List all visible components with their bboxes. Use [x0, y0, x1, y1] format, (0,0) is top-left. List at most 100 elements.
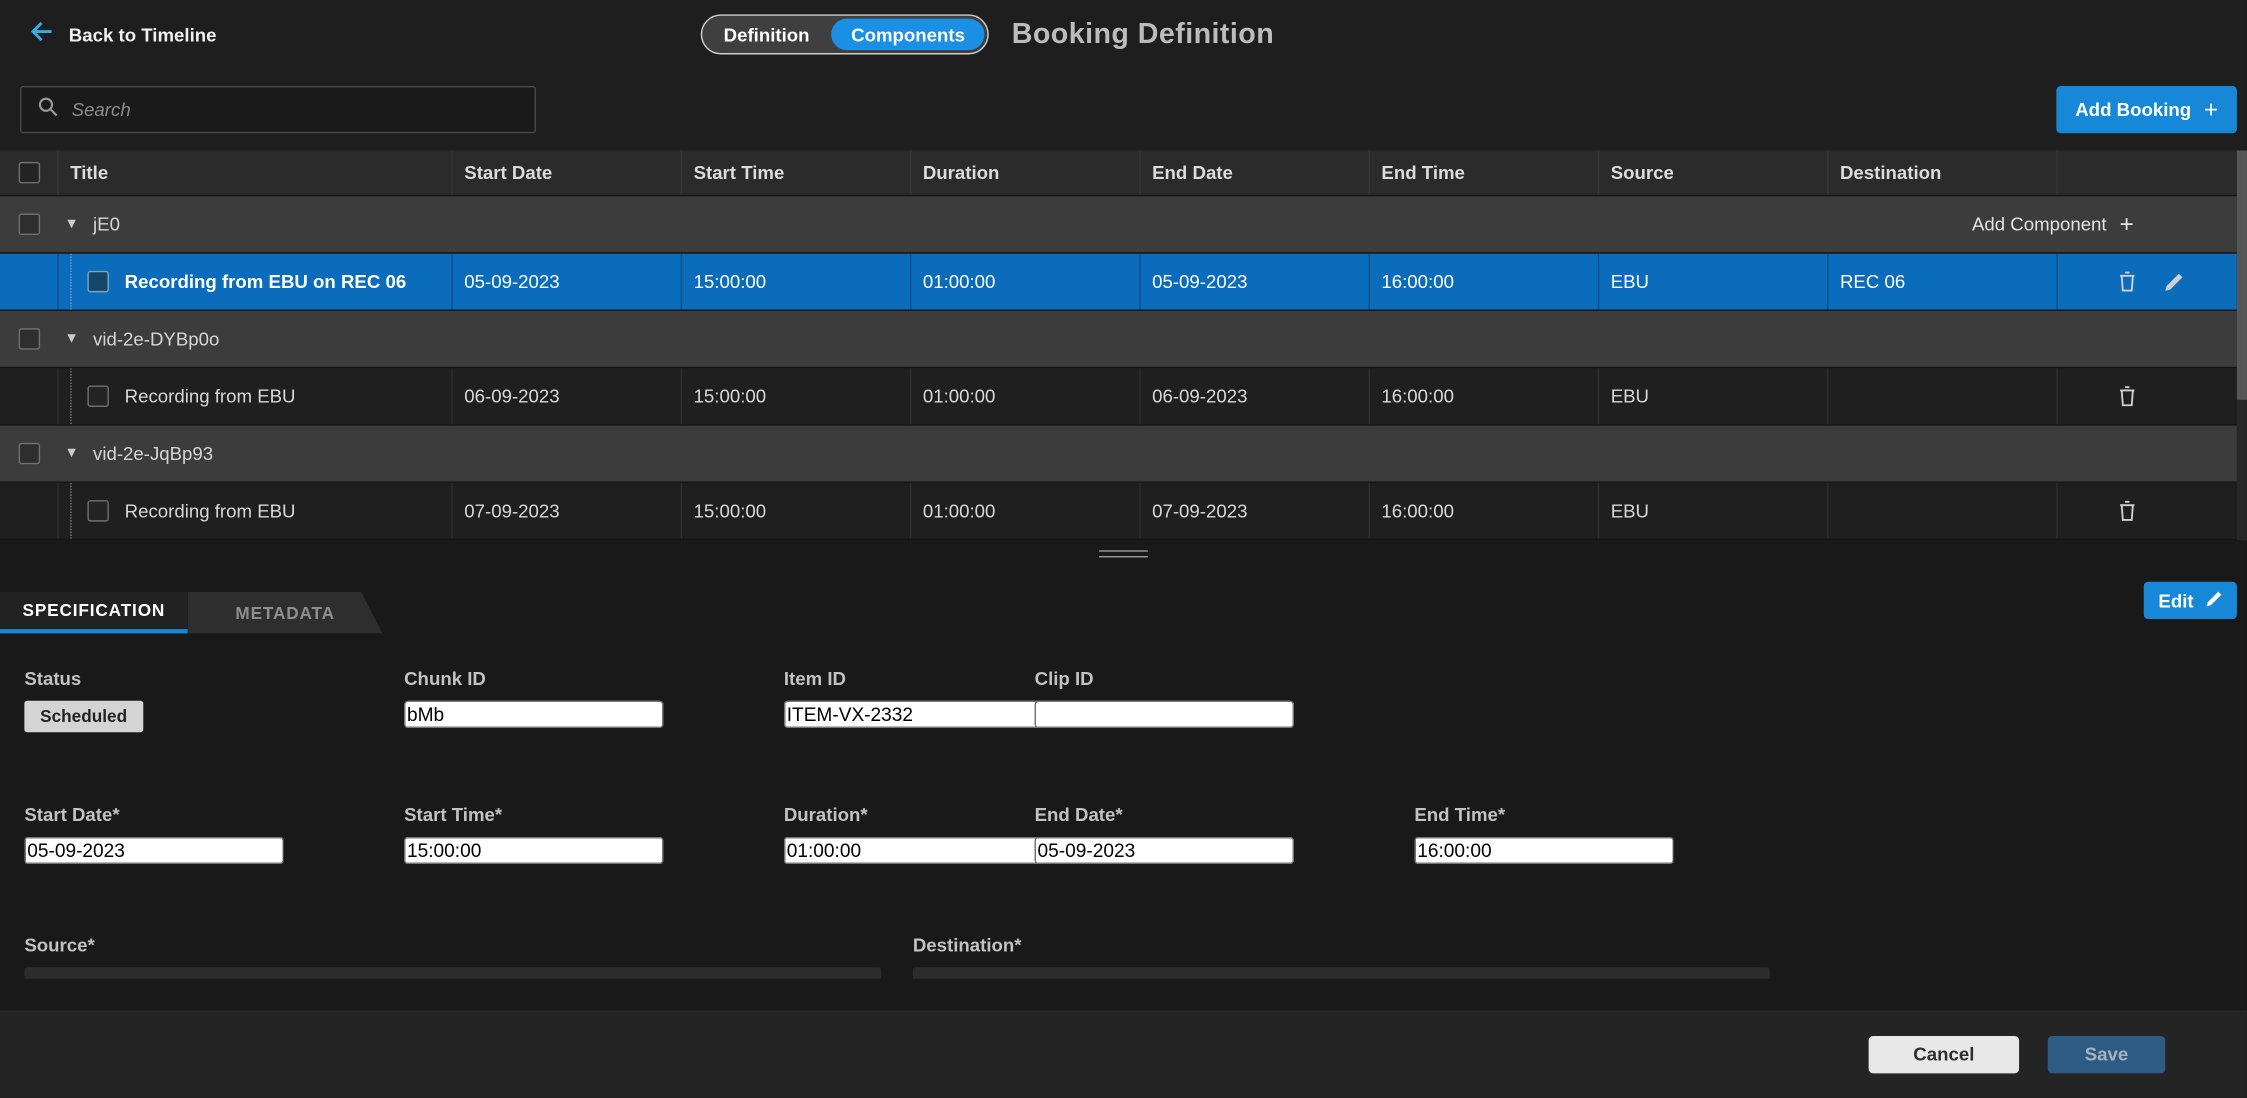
- start-date-field: Start Date*: [24, 804, 375, 864]
- top-bar: Back to Timeline Definition Components B…: [0, 0, 2247, 69]
- table-scrollbar: [2237, 150, 2247, 540]
- booking-title-cell: Recording from EBU: [57, 368, 451, 424]
- end-time-label: End Time*: [1414, 804, 1765, 825]
- cell-start-date: 05-09-2023: [451, 254, 680, 310]
- tree-line: [70, 368, 71, 424]
- toggle-definition[interactable]: Definition: [702, 24, 831, 45]
- group-row-dybp0o[interactable]: ▼ vid-2e-DYBp0o: [0, 311, 2237, 368]
- start-date-input[interactable]: [24, 837, 283, 864]
- end-date-input[interactable]: [1035, 837, 1294, 864]
- save-button[interactable]: Save: [2048, 1035, 2166, 1072]
- cell-duration: 01:00:00: [910, 368, 1139, 424]
- scrollbar-thumb[interactable]: [2237, 150, 2247, 399]
- add-component-button[interactable]: Add Component +: [1972, 212, 2134, 236]
- start-time-label: Start Time*: [404, 804, 755, 825]
- row-actions: [2056, 254, 2237, 310]
- toolbar: Add Booking +: [0, 69, 2247, 151]
- group-row-jqbp93[interactable]: ▼ vid-2e-JqBp93: [0, 426, 2237, 483]
- tab-metadata[interactable]: METADATA: [188, 592, 383, 634]
- back-to-timeline-label: Back to Timeline: [69, 24, 217, 45]
- row-checkbox[interactable]: [87, 500, 108, 521]
- start-time-input[interactable]: [404, 837, 663, 864]
- source-input[interactable]: [24, 967, 881, 978]
- row-checkbox[interactable]: [87, 385, 108, 406]
- duration-input[interactable]: [784, 837, 1043, 864]
- end-date-label: End Date*: [1035, 804, 1386, 825]
- search-input[interactable]: [72, 99, 519, 120]
- column-header-destination: Destination: [1827, 150, 2056, 194]
- tree-line: [70, 483, 71, 539]
- group-checkbox[interactable]: [19, 328, 40, 349]
- edit-pencil-icon[interactable]: [2164, 272, 2184, 292]
- duration-label: Duration*: [784, 804, 1006, 825]
- group-checkbox[interactable]: [19, 214, 40, 235]
- cell-start-time: 15:00:00: [681, 368, 910, 424]
- select-all-checkbox[interactable]: [18, 162, 39, 183]
- caret-down-icon[interactable]: ▼: [64, 331, 78, 347]
- delete-icon[interactable]: [2118, 500, 2137, 521]
- plus-icon: +: [2204, 97, 2218, 121]
- status-label: Status: [24, 668, 375, 689]
- plus-icon: +: [2119, 212, 2133, 236]
- bookings-table: Title Start Date Start Time Duration End…: [0, 150, 2247, 540]
- cell-source: EBU: [1598, 254, 1827, 310]
- column-header-start-time: Start Time: [681, 150, 910, 194]
- booking-definition-app: Back to Timeline Definition Components B…: [0, 0, 2247, 1098]
- cell-destination: REC 06: [1827, 254, 2056, 310]
- cell-source: EBU: [1598, 483, 1827, 539]
- caret-down-icon[interactable]: ▼: [64, 216, 78, 232]
- cell-duration: 01:00:00: [910, 483, 1139, 539]
- chunk-id-input[interactable]: [404, 701, 663, 728]
- cell-end-time: 16:00:00: [1369, 254, 1598, 310]
- toggle-components[interactable]: Components: [831, 19, 985, 51]
- group-checkbox[interactable]: [19, 443, 40, 464]
- panel-splitter[interactable]: [0, 540, 2247, 566]
- detail-panel: SPECIFICATION METADATA Edit Status Sched…: [0, 566, 2247, 979]
- item-id-input[interactable]: [784, 701, 1043, 728]
- tab-specification[interactable]: SPECIFICATION: [0, 592, 188, 634]
- booking-title: Recording from EBU on REC 06: [125, 271, 407, 292]
- cell-end-time: 16:00:00: [1369, 483, 1598, 539]
- page-title: Booking Definition: [1012, 0, 1274, 69]
- column-header-title: Title: [57, 150, 451, 194]
- end-time-input[interactable]: [1414, 837, 1673, 864]
- destination-input[interactable]: [913, 967, 1770, 978]
- delete-icon[interactable]: [2118, 385, 2137, 406]
- group-row-je0[interactable]: ▼ jE0 Add Component +: [0, 196, 2237, 253]
- delete-icon[interactable]: [2118, 271, 2137, 292]
- cell-end-time: 16:00:00: [1369, 368, 1598, 424]
- row-checkbox[interactable]: [87, 271, 108, 292]
- row-actions: [2056, 368, 2237, 424]
- booking-title-cell: Recording from EBU on REC 06: [57, 254, 451, 310]
- back-to-timeline-button[interactable]: Back to Timeline: [30, 21, 216, 48]
- table-header: Title Start Date Start Time Duration End…: [0, 150, 2237, 196]
- add-booking-button[interactable]: Add Booking +: [2057, 86, 2237, 133]
- booking-row[interactable]: Recording from EBU 06-09-2023 15:00:00 0…: [0, 368, 2237, 425]
- edit-button[interactable]: Edit: [2144, 582, 2237, 619]
- caret-down-icon[interactable]: ▼: [64, 446, 78, 462]
- row-actions: [2056, 483, 2237, 539]
- booking-row[interactable]: Recording from EBU 07-09-2023 15:00:00 0…: [0, 483, 2237, 540]
- detail-tabbar: SPECIFICATION METADATA Edit: [0, 592, 2247, 634]
- column-header-duration: Duration: [910, 150, 1139, 194]
- booking-title: Recording from EBU: [125, 500, 296, 521]
- clip-id-input[interactable]: [1035, 701, 1294, 728]
- item-id-label: Item ID: [784, 668, 1006, 689]
- footer-bar: Cancel Save: [0, 1010, 2247, 1097]
- cell-destination: [1827, 368, 2056, 424]
- tree-line: [70, 254, 71, 310]
- end-date-field: End Date*: [1035, 804, 1386, 864]
- chunk-id-label: Chunk ID: [404, 668, 755, 689]
- add-booking-label: Add Booking: [2075, 99, 2191, 120]
- booking-row-selected[interactable]: Recording from EBU on REC 06 05-09-2023 …: [0, 254, 2237, 311]
- search-icon: [37, 95, 58, 124]
- cell-duration: 01:00:00: [910, 254, 1139, 310]
- cell-destination: [1827, 483, 2056, 539]
- specification-form: Status Scheduled Chunk ID Item ID Clip I…: [0, 668, 2247, 979]
- start-date-label: Start Date*: [24, 804, 375, 825]
- column-header-source: Source: [1598, 150, 1827, 194]
- cancel-button[interactable]: Cancel: [1869, 1035, 2019, 1072]
- column-header-start-date: Start Date: [451, 150, 680, 194]
- column-header-end-time: End Time: [1369, 150, 1598, 194]
- source-field: Source*: [24, 934, 881, 978]
